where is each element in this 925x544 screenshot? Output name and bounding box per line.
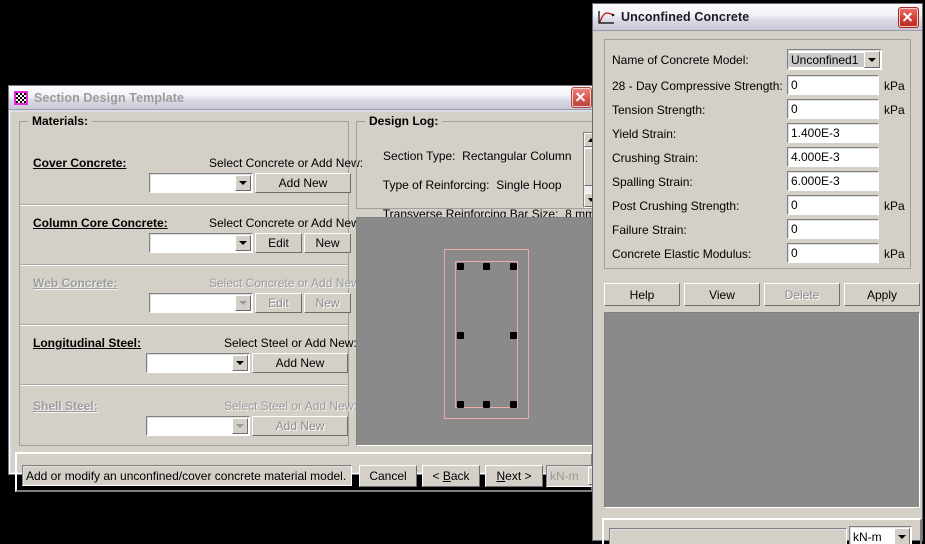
unit-tension-strength: kPa — [884, 103, 905, 117]
input-post-crushing-strength[interactable]: 0 — [787, 195, 879, 215]
sdt-titlebar[interactable]: Section Design Template — [9, 86, 595, 110]
label-failure-strain: Failure Strain: — [612, 223, 687, 237]
chevron-down-icon[interactable] — [235, 175, 251, 191]
rebar-dot — [510, 332, 517, 339]
add-new-longitudinal-steel-button[interactable]: Add New — [252, 353, 348, 373]
input-failure-strain[interactable]: 0 — [787, 219, 879, 239]
input-crushing-strain[interactable]: 4.000E-3 — [787, 147, 879, 167]
label-tension-strength: Tension Strength: — [612, 103, 706, 117]
label-concrete-elastic-modulus: Concrete Elastic Modulus: — [612, 247, 752, 261]
chevron-down-icon[interactable] — [894, 528, 910, 544]
dialog-units-combo[interactable]: kN-m — [849, 526, 912, 544]
edit-web-concrete-button: Edit — [255, 293, 302, 313]
dialog-title: Unconfined Concrete — [621, 10, 750, 24]
unit-compressive-strength: kPa — [884, 79, 905, 93]
materials-divider-4 — [21, 384, 347, 386]
hint-cover-concrete: Select Concrete or Add New: — [209, 156, 364, 170]
label-column-core-concrete: Column Core Concrete: — [33, 216, 168, 230]
label-yield-strain: Yield Strain: — [612, 127, 677, 141]
materials-divider-2 — [21, 264, 347, 266]
status-text-field: Add or modify an unconfined/cover concre… — [22, 465, 352, 486]
combo-web-concrete — [149, 293, 253, 313]
sdt-units-value: kN-m — [550, 469, 579, 483]
rebar-dot — [457, 332, 464, 339]
new-web-concrete-button: New — [304, 293, 351, 313]
combo-column-core-concrete[interactable] — [149, 233, 253, 253]
unit-post-crushing-strength: kPa — [884, 199, 905, 213]
unconfined-concrete-dialog: Unconfined Concrete Name of Concrete Mod… — [592, 3, 923, 544]
combo-concrete-model-name[interactable]: Unconfined1 — [787, 49, 882, 70]
label-name-of-concrete-model: Name of Concrete Model: — [612, 53, 749, 67]
input-concrete-elastic-modulus[interactable]: 0 — [787, 243, 879, 263]
rebar-dot — [510, 401, 517, 408]
rebar-dot — [457, 401, 464, 408]
label-cover-concrete: Cover Concrete: — [33, 156, 127, 170]
sdt-client-area: Materials: Cover Concrete: Select Concre… — [11, 112, 606, 492]
label-longitudinal-steel: Longitudinal Steel: — [33, 336, 141, 350]
rebar-dot — [483, 263, 490, 270]
grid-icon — [14, 90, 28, 105]
rebar-dot — [510, 263, 517, 270]
label-web-concrete: Web Concrete: — [33, 276, 118, 290]
materials-divider-1 — [21, 204, 347, 206]
add-new-cover-concrete-button[interactable]: Add New — [255, 173, 351, 193]
stress-strain-curve-icon — [598, 10, 615, 25]
hint-longitudinal-steel: Select Steel or Add New: — [224, 336, 357, 350]
rebar-dot — [483, 401, 490, 408]
label-spalling-strain: Spalling Strain: — [612, 175, 693, 189]
chevron-down-icon[interactable] — [235, 235, 251, 251]
help-button[interactable]: Help — [604, 283, 680, 306]
back-button[interactable]: < Back — [422, 465, 480, 487]
hint-web-concrete: Select Concrete or Add New: — [209, 276, 364, 290]
materials-group-label: Materials: — [28, 114, 93, 128]
materials-divider-3 — [21, 324, 347, 326]
hint-column-core-concrete: Select Concrete or Add New: — [209, 216, 364, 230]
edit-column-core-concrete-button[interactable]: Edit — [255, 233, 302, 253]
chevron-down-icon[interactable] — [864, 51, 880, 68]
label-crushing-strain: Crushing Strain: — [612, 151, 699, 165]
chevron-down-icon — [232, 418, 248, 434]
dialog-bottom-field[interactable] — [609, 528, 847, 544]
dialog-units-value: kN-m — [853, 530, 882, 544]
stress-strain-plot-area[interactable] — [604, 312, 920, 508]
dialog-close-button[interactable] — [898, 6, 919, 28]
section-preview-canvas[interactable] — [356, 217, 601, 446]
add-new-shell-steel-button: Add New — [252, 416, 348, 436]
input-spalling-strain[interactable]: 6.000E-3 — [787, 171, 879, 191]
section-core-outline — [455, 261, 518, 408]
new-column-core-concrete-button[interactable]: New — [304, 233, 351, 253]
combo-cover-concrete[interactable] — [149, 173, 253, 193]
sdt-title: Section Design Template — [34, 90, 185, 105]
next-button[interactable]: Next > — [485, 465, 543, 487]
input-compressive-strength[interactable]: 0 — [787, 75, 879, 95]
label-compressive-strength: 28 - Day Compressive Strength: — [612, 79, 783, 93]
delete-button: Delete — [764, 283, 840, 306]
combo-longitudinal-steel[interactable] — [146, 353, 250, 373]
cancel-button[interactable]: Cancel — [359, 465, 417, 487]
next-button-label: Next > — [496, 469, 532, 483]
input-yield-strain[interactable]: 1.400E-3 — [787, 123, 879, 143]
back-button-label: < Back — [432, 469, 470, 483]
design-log-group-label: Design Log: — [365, 114, 443, 128]
input-tension-strength[interactable]: 0 — [787, 99, 879, 119]
design-log-line-2: Type of Reinforcing: Single Hoop — [382, 177, 562, 192]
apply-button[interactable]: Apply — [844, 283, 920, 306]
rebar-dot — [457, 263, 464, 270]
unit-concrete-elastic-modulus: kPa — [884, 247, 905, 261]
chevron-down-icon — [235, 295, 251, 311]
design-log-line-1: Section Type: Rectangular Column — [383, 148, 572, 163]
dialog-titlebar[interactable]: Unconfined Concrete — [593, 4, 922, 31]
combo-shell-steel — [146, 416, 250, 436]
chevron-down-icon[interactable] — [232, 355, 248, 371]
sdt-close-button[interactable] — [571, 87, 592, 108]
combo-concrete-model-name-value: Unconfined1 — [788, 52, 864, 67]
view-button[interactable]: View — [684, 283, 760, 306]
label-shell-steel: Shell Steel: — [33, 399, 98, 413]
section-design-template-window: Section Design Template Materials: Cover… — [8, 85, 606, 492]
hint-shell-steel: Select Steel or Add New: — [224, 399, 357, 413]
dialog-client-area: Name of Concrete Model: Unconfined1 28 -… — [596, 31, 922, 544]
label-post-crushing-strength: Post Crushing Strength: — [612, 199, 740, 213]
